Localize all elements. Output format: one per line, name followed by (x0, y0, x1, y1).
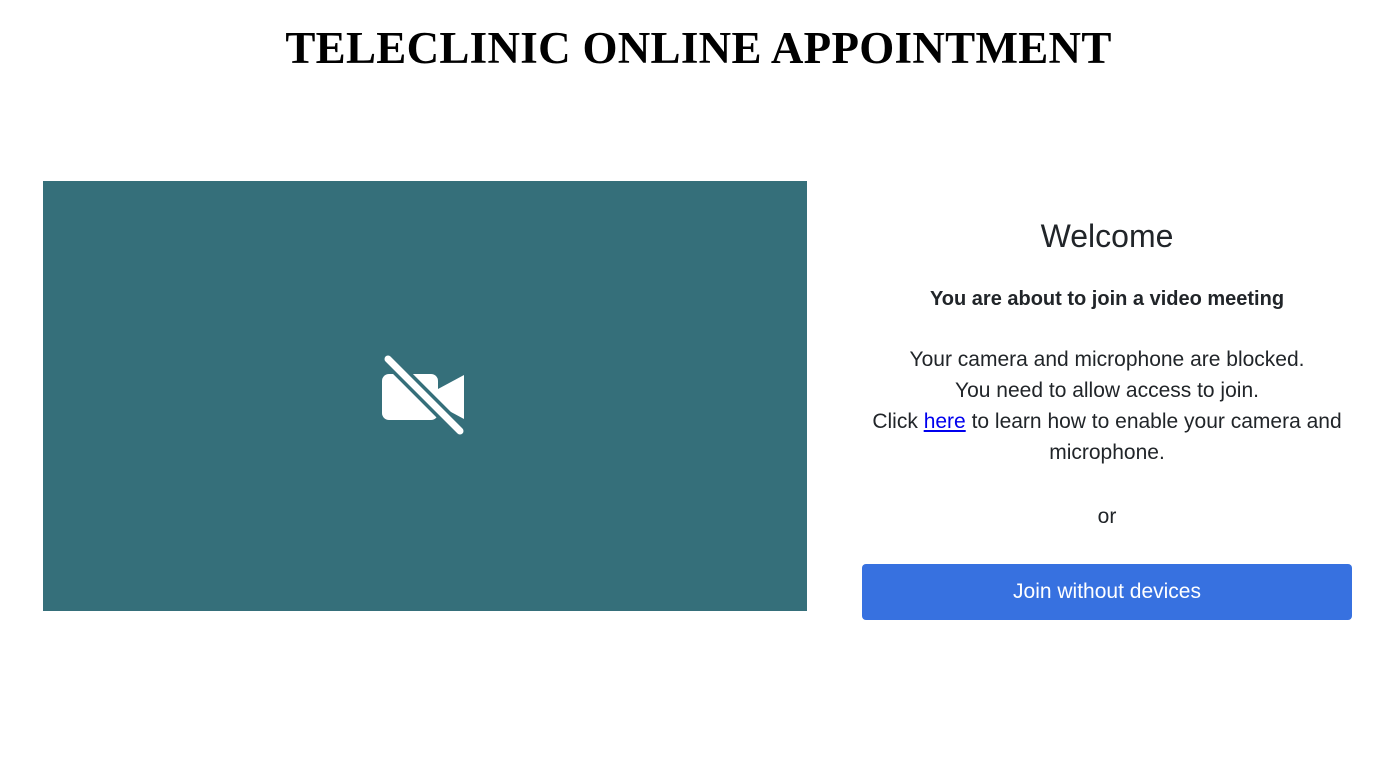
welcome-heading: Welcome (1040, 218, 1174, 254)
join-without-devices-button[interactable]: Join without devices (862, 564, 1352, 620)
blocked-line-2: You need to allow access to join. (955, 379, 1259, 402)
help-link[interactable]: here (924, 410, 966, 433)
page-title: TELECLINIC ONLINE APPOINTMENT (285, 23, 1112, 73)
video-camera-off-icon (381, 352, 467, 438)
blocked-line-1: Your camera and microphone are blocked. (909, 348, 1305, 371)
video-preview (43, 181, 807, 611)
help-prefix: Click (872, 410, 918, 433)
join-panel: Welcome You are about to join a video me… (862, 210, 1352, 620)
help-line: Click here to learn how to enable your c… (862, 406, 1352, 468)
or-separator: or (1097, 505, 1117, 528)
help-suffix: to learn how to enable your camera and m… (971, 410, 1342, 464)
devices-blocked-message: Your camera and microphone are blocked. … (862, 344, 1352, 468)
page: TELECLINIC ONLINE APPOINTMENT Welcome Yo… (0, 0, 1384, 776)
join-meeting-subheading: You are about to join a video meeting (929, 288, 1285, 310)
